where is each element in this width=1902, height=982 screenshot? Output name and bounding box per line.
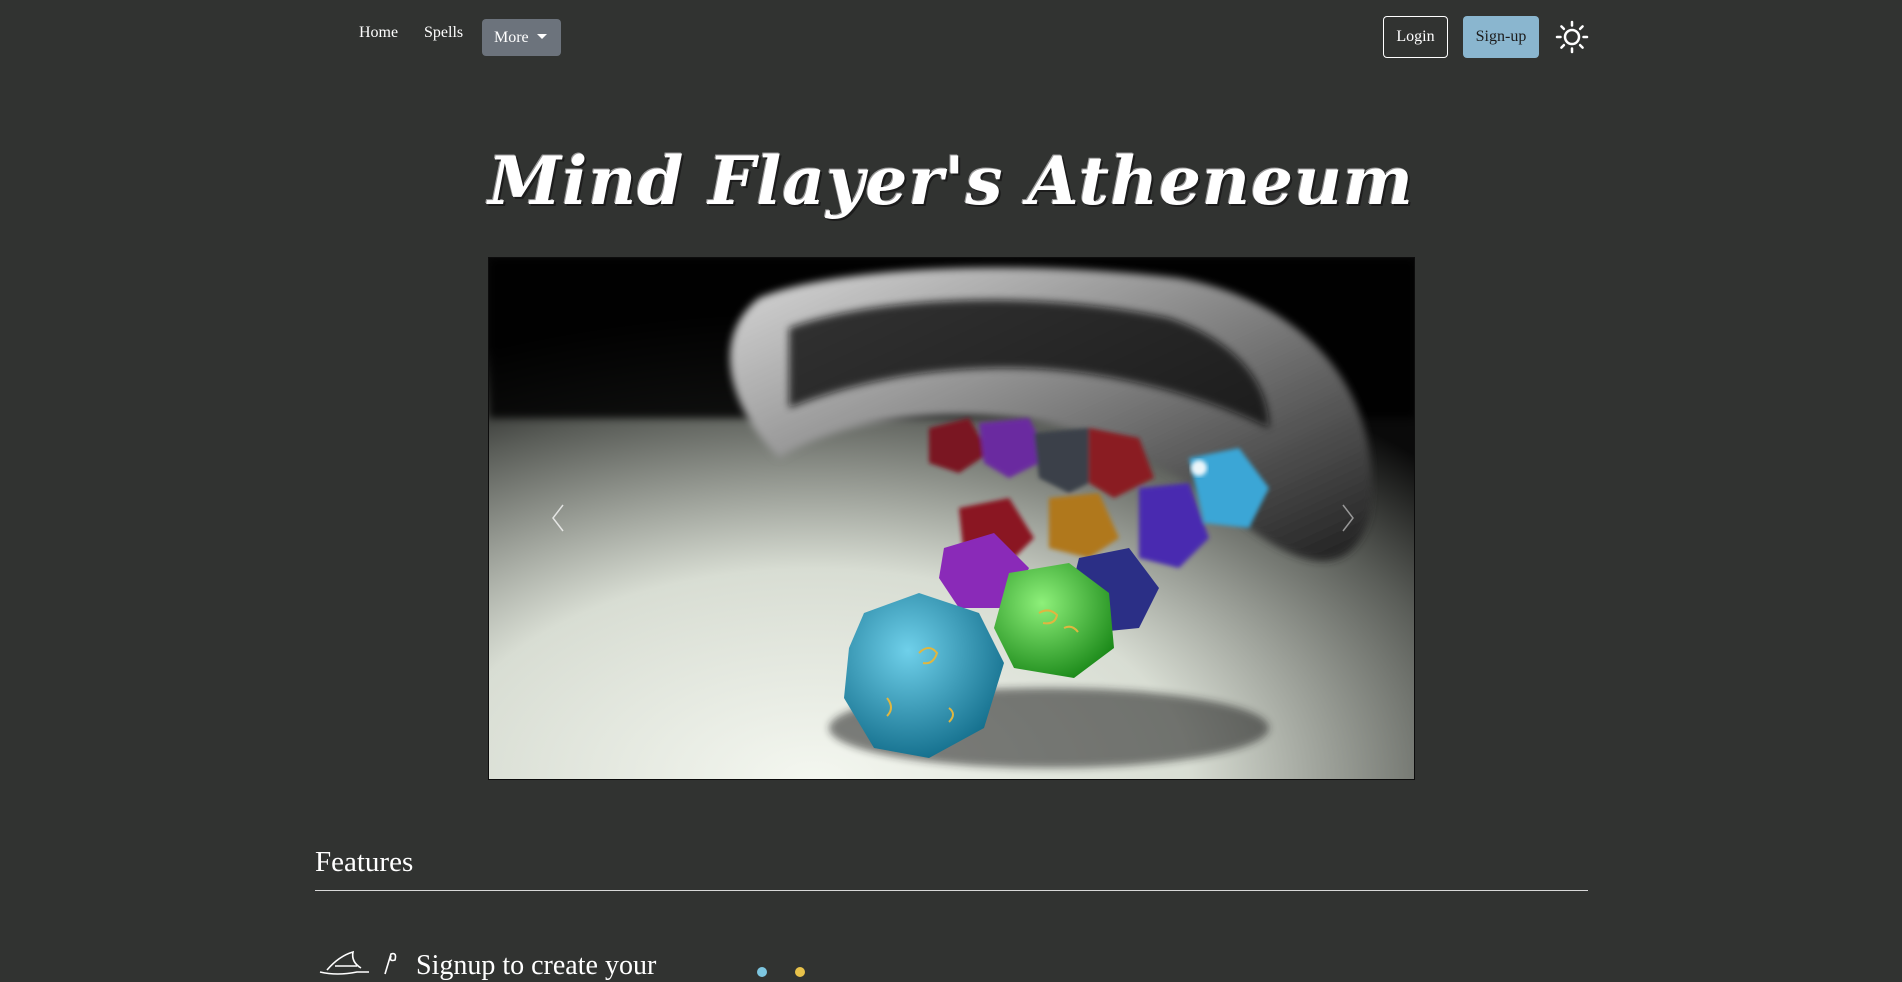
features-divider <box>315 890 1588 891</box>
chevron-left-icon <box>552 504 564 532</box>
carousel-prev-button[interactable] <box>539 493 579 543</box>
chevron-right-icon <box>1342 504 1354 532</box>
dice-bag-image <box>489 258 1414 779</box>
caret-down-icon <box>536 33 547 39</box>
nav-spells-link[interactable]: Spells <box>424 24 463 42</box>
feature-text: Signup to create your <box>416 950 657 981</box>
site-title: Mind Flayer's Atheneum <box>488 142 1414 220</box>
signup-button[interactable]: Sign-up <box>1463 16 1539 58</box>
more-dropdown-button[interactable]: More <box>482 19 561 56</box>
sun-icon <box>1555 20 1589 54</box>
wizard-hat-icon <box>319 950 397 975</box>
navbar: Home Spells More Login Sign-up <box>0 0 1902 74</box>
nav-home-link[interactable]: Home <box>359 24 398 42</box>
signup-label: Sign-up <box>1475 28 1527 45</box>
more-label: More <box>494 28 529 46</box>
sparkle-icon <box>757 967 805 977</box>
theme-toggle-button[interactable] <box>1555 20 1589 54</box>
carousel-next-button[interactable] <box>1327 493 1367 543</box>
login-label: Login <box>1396 28 1435 45</box>
login-button[interactable]: Login <box>1383 16 1448 58</box>
hero-carousel[interactable] <box>488 257 1415 780</box>
features-heading: Features <box>315 846 414 878</box>
